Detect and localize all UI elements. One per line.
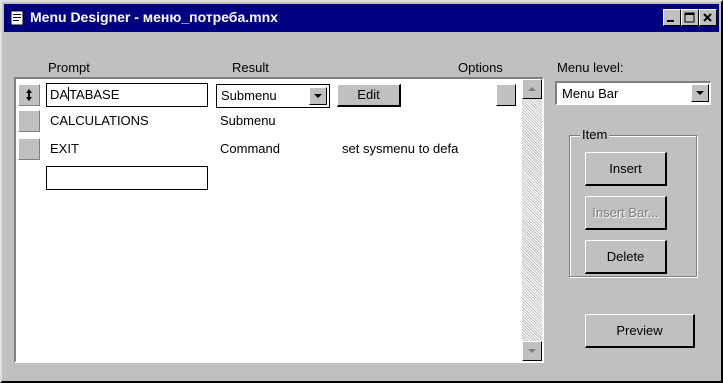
insert-bar-button[interactable]: Insert Bar... — [585, 196, 667, 230]
preview-button[interactable]: Preview — [585, 314, 695, 348]
vertical-scrollbar[interactable] — [522, 79, 542, 361]
prompt-text[interactable]: CALCULATIONS — [50, 113, 149, 128]
options-detail: set sysmenu to defa — [342, 141, 459, 156]
menu-level-dropdown[interactable]: Menu Bar — [555, 81, 711, 105]
options-button[interactable] — [496, 84, 516, 106]
maximize-button[interactable] — [681, 9, 699, 26]
menu-level-dropdown-arrow[interactable] — [691, 84, 709, 102]
maximize-icon — [684, 12, 695, 23]
close-icon — [703, 13, 712, 22]
result-value: Submenu — [221, 88, 277, 103]
column-header-result: Result — [232, 60, 269, 75]
move-handle[interactable] — [18, 138, 40, 160]
insert-button[interactable]: Insert — [585, 152, 667, 186]
prompt-text[interactable]: EXIT — [50, 141, 79, 156]
item-group-label: Item — [580, 127, 610, 142]
arrow-up-icon — [528, 87, 536, 91]
scroll-down-button[interactable] — [522, 341, 542, 361]
result-value[interactable]: Command — [220, 141, 280, 156]
updown-arrow-icon — [26, 89, 32, 101]
menu-items-list: DATABASE Submenu Edit CALCULATIONS Subme… — [14, 77, 544, 363]
chevron-down-icon — [696, 91, 704, 95]
prompt-input[interactable]: DATABASE — [46, 83, 208, 107]
minimize-button[interactable] — [663, 9, 681, 26]
move-handle[interactable] — [18, 110, 40, 132]
delete-button[interactable]: Delete — [585, 240, 667, 274]
new-prompt-input[interactable] — [46, 166, 208, 190]
prompt-text: DATABASE — [50, 87, 120, 102]
column-header-prompt: Prompt — [48, 60, 90, 75]
edit-button[interactable]: Edit — [337, 84, 401, 107]
menu-designer-icon — [10, 10, 24, 26]
menu-level-value: Menu Bar — [562, 86, 619, 101]
menu-level-label: Menu level: — [557, 60, 624, 75]
arrow-down-icon — [528, 349, 536, 353]
move-handle[interactable] — [18, 84, 40, 106]
column-header-options: Options — [458, 60, 503, 75]
result-dropdown-arrow[interactable] — [309, 87, 327, 105]
window-title: Menu Designer - меню_потреба.mnx — [30, 9, 278, 25]
chevron-down-icon — [314, 94, 322, 98]
minimize-icon — [667, 20, 674, 22]
scroll-up-button[interactable] — [522, 79, 542, 99]
result-dropdown[interactable]: Submenu — [216, 84, 330, 108]
close-button[interactable] — [699, 9, 717, 26]
menu-designer-window: Menu Designer - меню_потреба.mnx Prompt … — [0, 0, 723, 383]
result-value[interactable]: Submenu — [220, 113, 276, 128]
title-bar[interactable]: Menu Designer - меню_потреба.mnx — [4, 4, 719, 32]
